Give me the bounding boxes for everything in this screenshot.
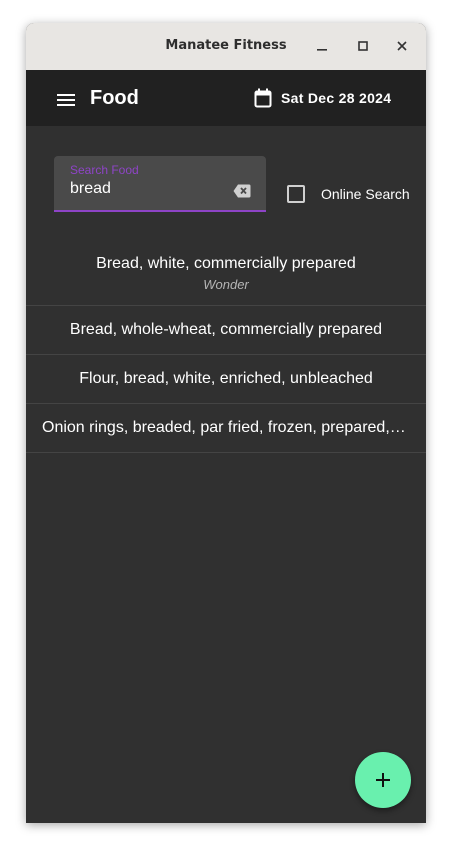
selected-date: Sat Dec 28 2024 xyxy=(281,90,392,106)
search-food-input[interactable] xyxy=(70,180,220,198)
backspace-clear-icon[interactable] xyxy=(232,181,252,201)
window-titlebar[interactable]: Manatee Fitness xyxy=(26,23,426,71)
food-list-item[interactable]: Flour, bread, white, enriched, unbleache… xyxy=(26,355,426,404)
plus-icon xyxy=(376,773,390,787)
food-name: Bread, whole-wheat, commercially prepare… xyxy=(69,321,383,338)
food-list-item[interactable]: Bread, white, commercially prepared Wond… xyxy=(26,240,426,306)
minimize-icon xyxy=(317,49,327,51)
food-results-list: Bread, white, commercially prepared Wond… xyxy=(26,240,426,453)
calendar-icon xyxy=(252,87,274,109)
hamburger-menu-icon[interactable] xyxy=(54,88,78,112)
add-food-button[interactable] xyxy=(355,752,411,808)
search-food-field[interactable]: Search Food xyxy=(54,156,266,212)
maximize-icon xyxy=(358,41,368,51)
food-name: Flour, bread, white, enriched, unbleache… xyxy=(79,370,373,387)
app-window: Manatee Fitness Food Sat Dec 28 2024 Sea… xyxy=(26,23,426,823)
maximize-button[interactable] xyxy=(353,36,373,56)
close-button[interactable] xyxy=(392,36,412,56)
food-brand: Wonder xyxy=(203,276,249,292)
food-list-item[interactable]: Bread, whole-wheat, commercially prepare… xyxy=(26,306,426,355)
online-search-label: Online Search xyxy=(321,186,410,202)
minimize-button[interactable] xyxy=(312,36,332,56)
search-food-label: Search Food xyxy=(70,163,139,177)
food-name: Bread, white, commercially prepared xyxy=(96,254,356,272)
page-title: Food xyxy=(90,87,139,109)
food-list-item[interactable]: Onion rings, breaded, par fried, frozen,… xyxy=(26,404,426,453)
app-bar: Food Sat Dec 28 2024 xyxy=(26,70,426,126)
close-icon xyxy=(397,41,407,51)
date-picker-button[interactable]: Sat Dec 28 2024 xyxy=(252,86,391,110)
food-name: Onion rings, breaded, par fried, frozen,… xyxy=(42,419,410,436)
online-search-checkbox[interactable] xyxy=(287,185,305,203)
online-search-option[interactable]: Online Search xyxy=(287,185,410,203)
